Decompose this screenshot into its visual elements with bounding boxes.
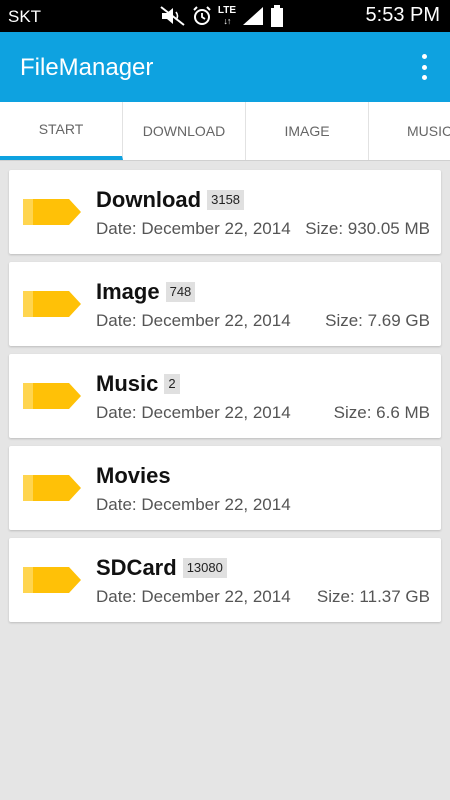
status-icons: LTE ↓↑ bbox=[160, 4, 284, 28]
folder-size: Size: 6.6 MB bbox=[333, 403, 430, 422]
folder-date: Date: December 22, 2014 bbox=[96, 495, 291, 514]
battery-icon bbox=[271, 5, 283, 27]
folder-icon bbox=[23, 475, 81, 501]
app-title: FileManager bbox=[20, 54, 154, 81]
item-count-badge: 748 bbox=[165, 282, 196, 302]
folder-title-row: Download 3158 bbox=[96, 187, 245, 213]
item-count-badge: 13080 bbox=[182, 558, 227, 578]
folder-name: Image bbox=[96, 279, 160, 304]
folder-date: Date: December 22, 2014 bbox=[96, 219, 291, 238]
alarm-icon bbox=[193, 6, 211, 25]
folder-item-music[interactable]: Music 2 Date: December 22, 2014 Size: 6.… bbox=[9, 354, 441, 438]
tab-download[interactable]: DOWNLOAD bbox=[123, 102, 246, 160]
carrier-label: SKT bbox=[8, 7, 42, 26]
app-bar: FileManager bbox=[0, 32, 450, 102]
folder-name: Movies bbox=[96, 463, 171, 488]
folder-date: Date: December 22, 2014 bbox=[96, 311, 291, 330]
overflow-menu-icon[interactable] bbox=[412, 54, 436, 80]
folder-size: Size: 11.37 GB bbox=[316, 587, 430, 606]
signal-icon bbox=[243, 7, 263, 25]
tab-image[interactable]: IMAGE bbox=[246, 102, 369, 160]
tab-label: IMAGE bbox=[284, 123, 330, 139]
tab-bar: START DOWNLOAD IMAGE MUSIC bbox=[0, 102, 450, 161]
folder-title-row: Movies bbox=[96, 463, 171, 489]
folder-title-row: SDCard 13080 bbox=[96, 555, 227, 581]
folder-item-movies[interactable]: Movies Date: December 22, 2014 bbox=[9, 446, 441, 530]
folder-name: SDCard bbox=[96, 555, 177, 580]
mute-icon bbox=[160, 6, 185, 26]
folder-date: Date: December 22, 2014 bbox=[96, 587, 291, 606]
folder-size: Size: 930.05 MB bbox=[305, 219, 430, 238]
lte-icon: LTE ↓↑ bbox=[217, 5, 236, 27]
tab-label: DOWNLOAD bbox=[142, 123, 226, 139]
folder-title-row: Music 2 bbox=[96, 371, 180, 397]
folder-icon bbox=[23, 199, 81, 225]
folder-name: Download bbox=[96, 187, 202, 212]
item-count-badge: 2 bbox=[164, 374, 180, 394]
tab-music[interactable]: MUSIC bbox=[369, 102, 450, 160]
folder-item-image[interactable]: Image 748 Date: December 22, 2014 Size: … bbox=[9, 262, 441, 346]
folder-icon bbox=[23, 383, 81, 409]
folder-icon bbox=[23, 567, 81, 593]
folder-date: Date: December 22, 2014 bbox=[96, 403, 291, 422]
status-bar: SKT LTE ↓↑ 5:53 PM bbox=[0, 0, 450, 32]
tab-label: START bbox=[38, 121, 84, 137]
folder-item-sdcard[interactable]: SDCard 13080 Date: December 22, 2014 Siz… bbox=[9, 538, 441, 622]
folder-item-download[interactable]: Download 3158 Date: December 22, 2014 Si… bbox=[9, 170, 441, 254]
folder-title-row: Image 748 bbox=[96, 279, 196, 305]
folder-icon bbox=[23, 291, 81, 317]
folder-name: Music bbox=[96, 371, 159, 396]
folder-size: Size: 7.69 GB bbox=[325, 311, 430, 330]
tab-label: MUSIC bbox=[407, 123, 450, 139]
clock: 5:53 PM bbox=[365, 4, 440, 26]
item-count-badge: 3158 bbox=[207, 190, 245, 210]
tab-start[interactable]: START bbox=[0, 102, 123, 160]
